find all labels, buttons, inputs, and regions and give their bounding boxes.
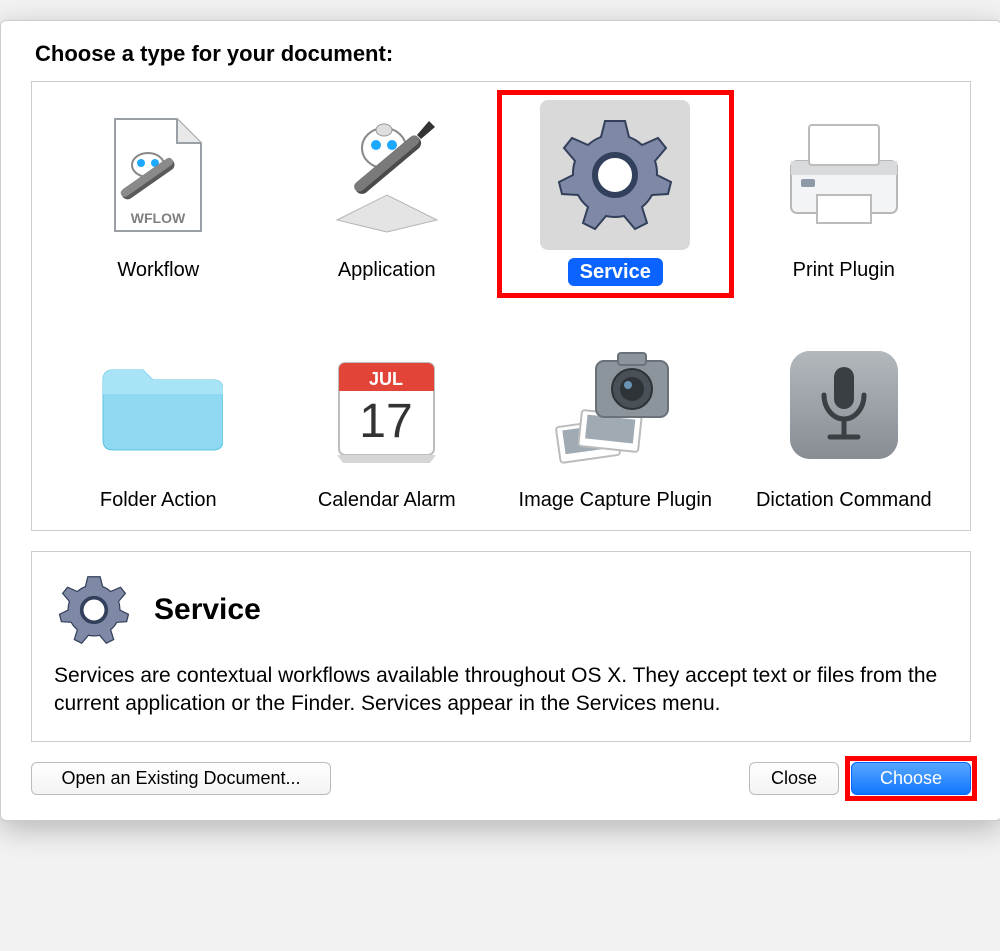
template-chooser-sheet: Choose a type for your document: WFLOW: [0, 20, 1000, 821]
type-service[interactable]: Service: [501, 94, 730, 294]
type-application[interactable]: Application: [273, 94, 502, 294]
folder-icon: [83, 330, 233, 480]
type-folder-action[interactable]: Folder Action: [44, 324, 273, 520]
type-dictation-command[interactable]: Dictation Command: [730, 324, 959, 520]
svg-text:17: 17: [360, 395, 413, 448]
service-icon: [540, 100, 690, 250]
type-label: Calendar Alarm: [318, 488, 456, 512]
footer: Open an Existing Document... Close Choos…: [31, 762, 971, 795]
type-label: Service: [568, 258, 663, 286]
type-label: Image Capture Plugin: [519, 488, 712, 512]
svg-text:JUL: JUL: [369, 369, 403, 389]
description-panel: Service Services are contextual workflow…: [31, 551, 971, 742]
type-label: Print Plugin: [793, 258, 895, 282]
type-label: Workflow: [117, 258, 199, 282]
type-image-capture-plugin[interactable]: Image Capture Plugin: [501, 324, 730, 520]
calendar-icon: JUL 17: [312, 330, 462, 480]
document-type-grid: WFLOW Workflow: [31, 81, 971, 531]
open-existing-document-button[interactable]: Open an Existing Document...: [31, 762, 331, 795]
printer-icon: [769, 100, 919, 250]
image-capture-icon: [540, 330, 690, 480]
description-text: Services are contextual workflows availa…: [54, 662, 948, 719]
close-button[interactable]: Close: [749, 762, 839, 795]
type-calendar-alarm[interactable]: JUL 17 Calendar Alarm: [273, 324, 502, 520]
application-icon: [312, 100, 462, 250]
type-workflow[interactable]: WFLOW Workflow: [44, 94, 273, 294]
type-label: Folder Action: [100, 488, 217, 512]
workflow-icon: WFLOW: [83, 100, 233, 250]
svg-text:WFLOW: WFLOW: [131, 210, 186, 226]
type-label: Application: [338, 258, 436, 282]
type-print-plugin[interactable]: Print Plugin: [730, 94, 959, 294]
dictation-icon: [769, 330, 919, 480]
choose-button[interactable]: Choose: [851, 762, 971, 795]
gear-icon: [54, 570, 134, 650]
heading: Choose a type for your document:: [35, 41, 971, 67]
type-label: Dictation Command: [756, 488, 932, 512]
description-title: Service: [154, 593, 261, 627]
